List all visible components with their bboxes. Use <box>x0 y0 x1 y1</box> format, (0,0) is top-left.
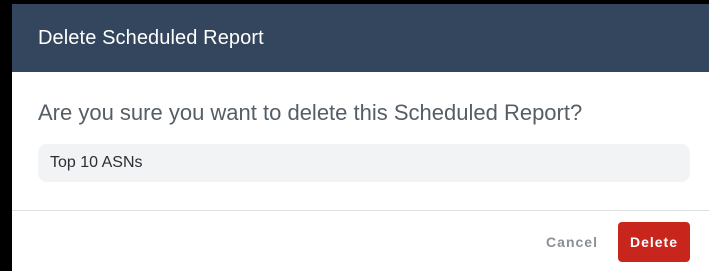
confirmation-question: Are you sure you want to delete this Sch… <box>38 100 583 125</box>
delete-button[interactable]: Delete <box>617 222 690 262</box>
report-name-chip: Top 10 ASNs <box>38 144 690 182</box>
cancel-button[interactable]: Cancel <box>534 224 610 260</box>
dialog-header: Delete Scheduled Report <box>12 4 709 72</box>
delete-report-dialog: Delete Scheduled Report Are you sure you… <box>12 4 709 271</box>
report-name: Top 10 ASNs <box>50 154 143 171</box>
dialog-footer: Cancel Delete <box>12 211 709 271</box>
dialog-body: Are you sure you want to delete this Sch… <box>12 72 709 210</box>
dialog-title: Delete Scheduled Report <box>38 26 264 49</box>
